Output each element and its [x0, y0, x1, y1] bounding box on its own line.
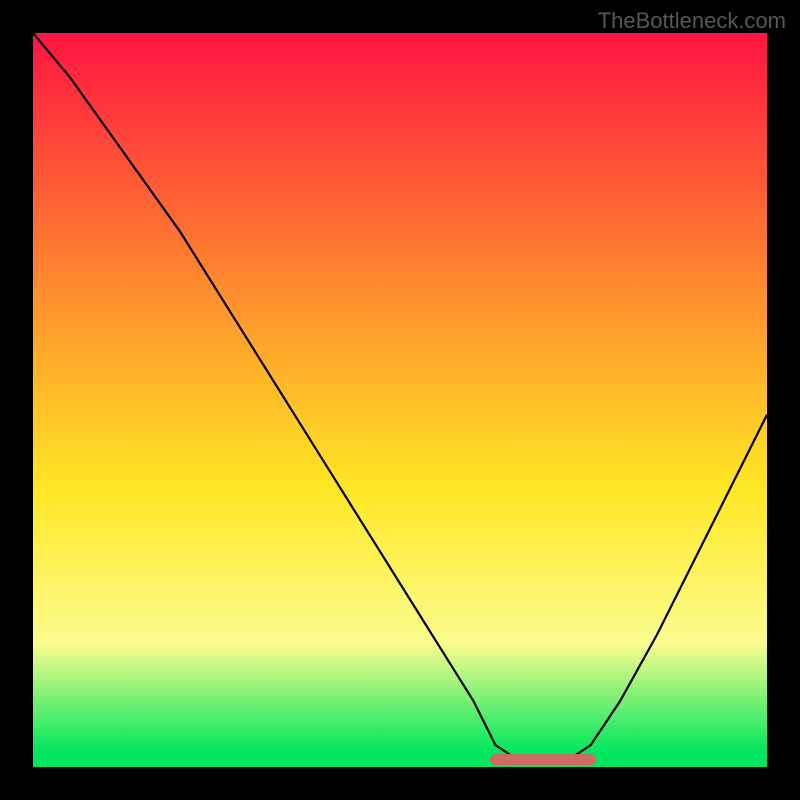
attribution-text: TheBottleneck.com: [598, 8, 786, 34]
gradient-background: [33, 33, 767, 767]
chart-frame: [33, 33, 767, 767]
bottleneck-chart: [33, 33, 767, 767]
